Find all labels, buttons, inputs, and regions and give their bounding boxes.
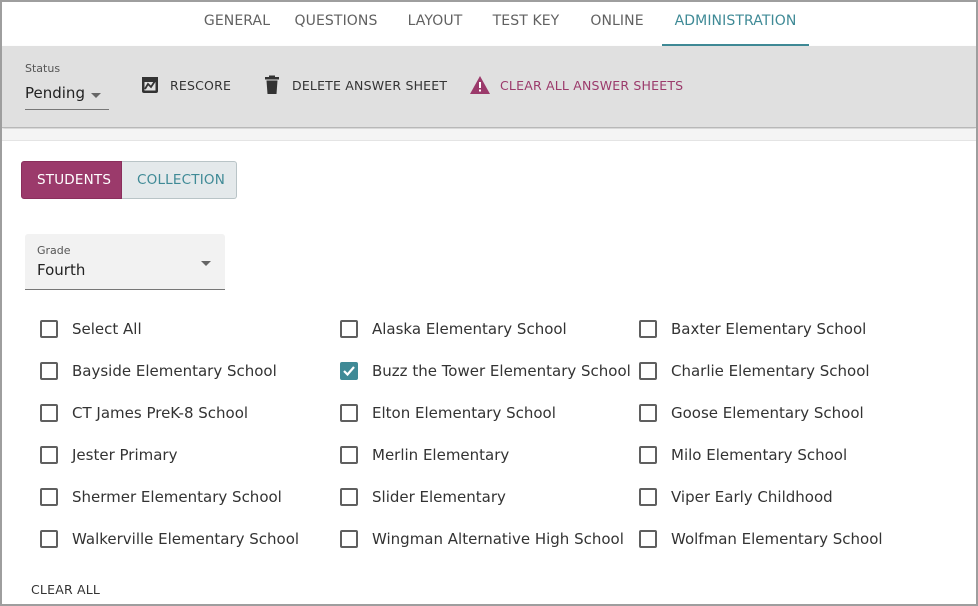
tab-general[interactable]: GENERAL	[194, 2, 280, 46]
warning-icon	[469, 74, 491, 96]
checkbox[interactable]	[639, 404, 657, 422]
checkbox-label: CT James PreK-8 School	[72, 404, 249, 422]
tab-questions[interactable]: QUESTIONS	[290, 2, 382, 46]
checkbox-label: Alaska Elementary School	[372, 320, 567, 338]
checkbox[interactable]	[639, 488, 657, 506]
checkbox-label: Jester Primary	[72, 446, 178, 464]
tab-online[interactable]: ONLINE	[582, 2, 652, 46]
checkbox-checked[interactable]	[340, 362, 358, 380]
school-checkbox[interactable]: Goose Elementary School	[639, 398, 864, 428]
checkbox[interactable]	[340, 404, 358, 422]
checkbox[interactable]	[639, 320, 657, 338]
tab-test-key[interactable]: TEST KEY	[486, 2, 566, 46]
checkbox-label: Elton Elementary School	[372, 404, 556, 422]
checkbox[interactable]	[40, 320, 58, 338]
school-checkbox[interactable]: Wolfman Elementary School	[639, 524, 883, 554]
tab-bar: GENERAL QUESTIONS LAYOUT TEST KEY ONLINE…	[2, 2, 976, 46]
school-checkbox[interactable]: Alaska Elementary School	[340, 314, 567, 344]
school-checkbox[interactable]: Slider Elementary	[340, 482, 506, 512]
checkbox[interactable]	[40, 446, 58, 464]
collection-toggle-button[interactable]: COLLECTION	[122, 161, 237, 199]
checkbox[interactable]	[340, 530, 358, 548]
checkbox-label: Shermer Elementary School	[72, 488, 282, 506]
checkbox-label: Viper Early Childhood	[671, 488, 833, 506]
checkbox[interactable]	[40, 404, 58, 422]
clear-all-answer-sheets-button[interactable]: CLEAR ALL ANSWER SHEETS	[469, 70, 683, 100]
checkbox[interactable]	[340, 320, 358, 338]
checkbox-label: Bayside Elementary School	[72, 362, 277, 380]
checkbox-label: Goose Elementary School	[671, 404, 864, 422]
rescore-icon	[139, 74, 161, 96]
school-checkbox[interactable]: Shermer Elementary School	[40, 482, 282, 512]
school-checkbox[interactable]: CT James PreK-8 School	[40, 398, 248, 428]
delete-answer-sheet-label: DELETE ANSWER SHEET	[292, 77, 448, 93]
school-checkbox[interactable]: Bayside Elementary School	[40, 356, 277, 386]
checkbox-label: Wolfman Elementary School	[671, 530, 883, 548]
view-toggle: STUDENTS COLLECTION	[21, 161, 237, 199]
administration-toolbar: Status Pending RESCORE DELETE ANSWER SHE…	[2, 46, 976, 128]
checkbox-label: Buzz the Tower Elementary School	[372, 362, 631, 380]
checkbox[interactable]	[340, 446, 358, 464]
rescore-label: RESCORE	[170, 77, 232, 93]
app-window: GENERAL QUESTIONS LAYOUT TEST KEY ONLINE…	[0, 0, 978, 606]
checkbox[interactable]	[340, 488, 358, 506]
school-checkbox[interactable]: Milo Elementary School	[639, 440, 847, 470]
school-checkbox[interactable]: Merlin Elementary	[340, 440, 509, 470]
chevron-down-icon	[201, 261, 211, 266]
school-checkbox[interactable]: Elton Elementary School	[340, 398, 556, 428]
clear-all-answer-sheets-label: CLEAR ALL ANSWER SHEETS	[500, 77, 684, 93]
checkbox-label: Select All	[72, 320, 142, 338]
grade-select[interactable]: Grade Fourth	[25, 234, 225, 290]
trash-icon	[261, 74, 283, 96]
students-toggle-button[interactable]: STUDENTS	[21, 161, 122, 199]
select-all-checkbox[interactable]: Select All	[40, 314, 142, 344]
tab-administration[interactable]: ADMINISTRATION	[662, 2, 809, 46]
checkbox[interactable]	[40, 488, 58, 506]
checkbox-label: Charlie Elementary School	[671, 362, 870, 380]
school-checkbox[interactable]: Jester Primary	[40, 440, 177, 470]
grade-value: Fourth	[37, 261, 86, 279]
status-value: Pending	[25, 84, 85, 102]
status-select[interactable]: Pending	[25, 80, 109, 110]
grade-label: Grade	[37, 244, 71, 257]
school-checkbox[interactable]: Charlie Elementary School	[639, 356, 870, 386]
tab-layout[interactable]: LAYOUT	[398, 2, 472, 46]
checkbox-label: Baxter Elementary School	[671, 320, 867, 338]
school-checkbox[interactable]: Baxter Elementary School	[639, 314, 866, 344]
checkbox[interactable]	[639, 446, 657, 464]
checkbox[interactable]	[639, 530, 657, 548]
checkbox[interactable]	[639, 362, 657, 380]
school-checkbox[interactable]: Buzz the Tower Elementary School	[340, 356, 631, 386]
chevron-down-icon	[91, 93, 101, 98]
checkbox-label: Walkerville Elementary School	[72, 530, 300, 548]
school-checkbox[interactable]: Viper Early Childhood	[639, 482, 833, 512]
checkbox-label: Wingman Alternative High School	[372, 530, 624, 548]
school-checkbox[interactable]: Walkerville Elementary School	[40, 524, 299, 554]
school-checkbox[interactable]: Wingman Alternative High School	[340, 524, 624, 554]
clear-all-button[interactable]: CLEAR ALL	[31, 582, 100, 597]
checkbox-label: Merlin Elementary	[372, 446, 510, 464]
status-label: Status	[25, 62, 61, 75]
delete-answer-sheet-button[interactable]: DELETE ANSWER SHEET	[261, 70, 447, 100]
checkmark-icon	[343, 366, 355, 377]
checkbox-label: Milo Elementary School	[671, 446, 848, 464]
rescore-button[interactable]: RESCORE	[139, 70, 231, 100]
checkbox[interactable]	[40, 530, 58, 548]
checkbox-label: Slider Elementary	[372, 488, 506, 506]
toolbar-divider	[2, 129, 976, 141]
checkbox[interactable]	[40, 362, 58, 380]
